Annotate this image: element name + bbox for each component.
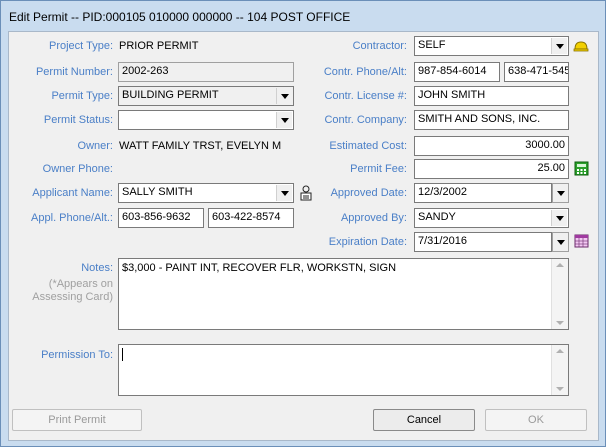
form-area: Project Type: PRIOR PERMIT Permit Number…: [8, 31, 599, 441]
estimated-cost-field[interactable]: 3000.00: [414, 136, 569, 156]
chevron-down-icon[interactable]: [551, 38, 567, 54]
text-cursor: [122, 348, 123, 361]
project-type-value: PRIOR PERMIT: [119, 40, 199, 52]
appl-phone-field[interactable]: 603-856-9632: [118, 208, 204, 228]
permission-scrollbar[interactable]: [551, 345, 568, 395]
contr-company-field[interactable]: SMITH AND SONS, INC.: [414, 110, 569, 130]
permit-type-select[interactable]: BUILDING PERMIT: [118, 86, 294, 106]
print-permit-button[interactable]: Print Permit: [12, 409, 142, 431]
expiration-date-field[interactable]: 7/31/2016: [414, 232, 552, 252]
notes-scrollbar[interactable]: [551, 259, 568, 329]
cancel-button[interactable]: Cancel: [373, 409, 475, 431]
approved-date-field[interactable]: 12/3/2002: [414, 183, 552, 203]
applicant-name-label: Applicant Name:: [32, 187, 113, 199]
permit-fee-label: Permit Fee:: [350, 163, 407, 175]
permit-fee-field[interactable]: 25.00: [414, 159, 569, 179]
permit-status-select[interactable]: [118, 110, 294, 130]
contr-company-label: Contr. Company:: [324, 114, 407, 126]
notes-textarea[interactable]: $3,000 - PAINT INT, RECOVER FLR, WORKSTN…: [118, 258, 569, 330]
applicant-name-value: SALLY SMITH: [122, 186, 193, 198]
edit-permit-window: Edit Permit -- PID:000105 010000 000000 …: [0, 0, 606, 447]
owner-value: WATT FAMILY TRST, EVELYN M: [119, 140, 282, 152]
date-picker-dropdown[interactable]: [552, 183, 569, 203]
calculator-icon[interactable]: [574, 161, 589, 176]
permission-textarea[interactable]: [118, 344, 569, 396]
hard-hat-icon[interactable]: [573, 40, 589, 52]
contractor-value: SELF: [418, 39, 446, 51]
applicant-name-select[interactable]: SALLY SMITH: [118, 183, 294, 203]
permission-label: Permission To:: [41, 349, 113, 361]
ok-button[interactable]: OK: [485, 409, 587, 431]
notes-hint: (*Appears on Assessing Card): [32, 278, 113, 303]
contr-alt-phone-field[interactable]: 638-471-5451: [504, 62, 569, 82]
date-picker-dropdown[interactable]: [552, 232, 569, 252]
contr-phone-field[interactable]: 987-854-6014: [414, 62, 500, 82]
chevron-down-icon[interactable]: [551, 210, 567, 226]
permit-number-field[interactable]: 2002-263: [118, 62, 294, 82]
notes-value: $3,000 - PAINT INT, RECOVER FLR, WORKSTN…: [122, 262, 397, 274]
owner-phone-label: Owner Phone:: [42, 163, 113, 175]
approved-date-label: Approved Date:: [330, 187, 407, 199]
owner-label: Owner:: [77, 140, 113, 152]
notes-label: Notes:: [81, 262, 113, 274]
calendar-icon[interactable]: [574, 233, 589, 248]
estimated-cost-label: Estimated Cost:: [329, 140, 407, 152]
title-bar[interactable]: Edit Permit -- PID:000105 010000 000000 …: [1, 1, 605, 31]
contractor-select[interactable]: SELF: [414, 36, 569, 56]
approved-by-value: SANDY: [418, 211, 456, 223]
approved-by-select[interactable]: SANDY: [414, 208, 569, 228]
contractor-label: Contractor:: [352, 40, 407, 52]
permit-status-label: Permit Status:: [43, 114, 113, 126]
expiration-date-label: Expiration Date:: [328, 236, 407, 248]
contr-phone-label: Contr. Phone/Alt:: [323, 66, 407, 78]
permit-type-value: BUILDING PERMIT: [122, 89, 219, 101]
appl-phone-label: Appl. Phone/Alt.:: [31, 212, 113, 224]
project-type-label: Project Type:: [49, 40, 113, 52]
approved-by-label: Approved By:: [340, 212, 407, 224]
contr-license-label: Contr. License #:: [324, 90, 407, 102]
permit-number-label: Permit Number:: [35, 66, 113, 78]
window-title: Edit Permit -- PID:000105 010000 000000 …: [9, 10, 351, 24]
permit-type-label: Permit Type:: [51, 90, 113, 102]
contr-license-field[interactable]: JOHN SMITH: [414, 86, 569, 106]
